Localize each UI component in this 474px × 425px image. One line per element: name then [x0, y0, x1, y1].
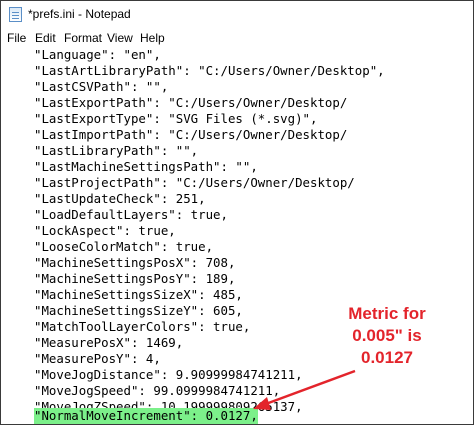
annotation-arrow: [253, 369, 356, 410]
notepad-window: *prefs.ini - Notepad File Edit Format Vi…: [0, 0, 474, 425]
